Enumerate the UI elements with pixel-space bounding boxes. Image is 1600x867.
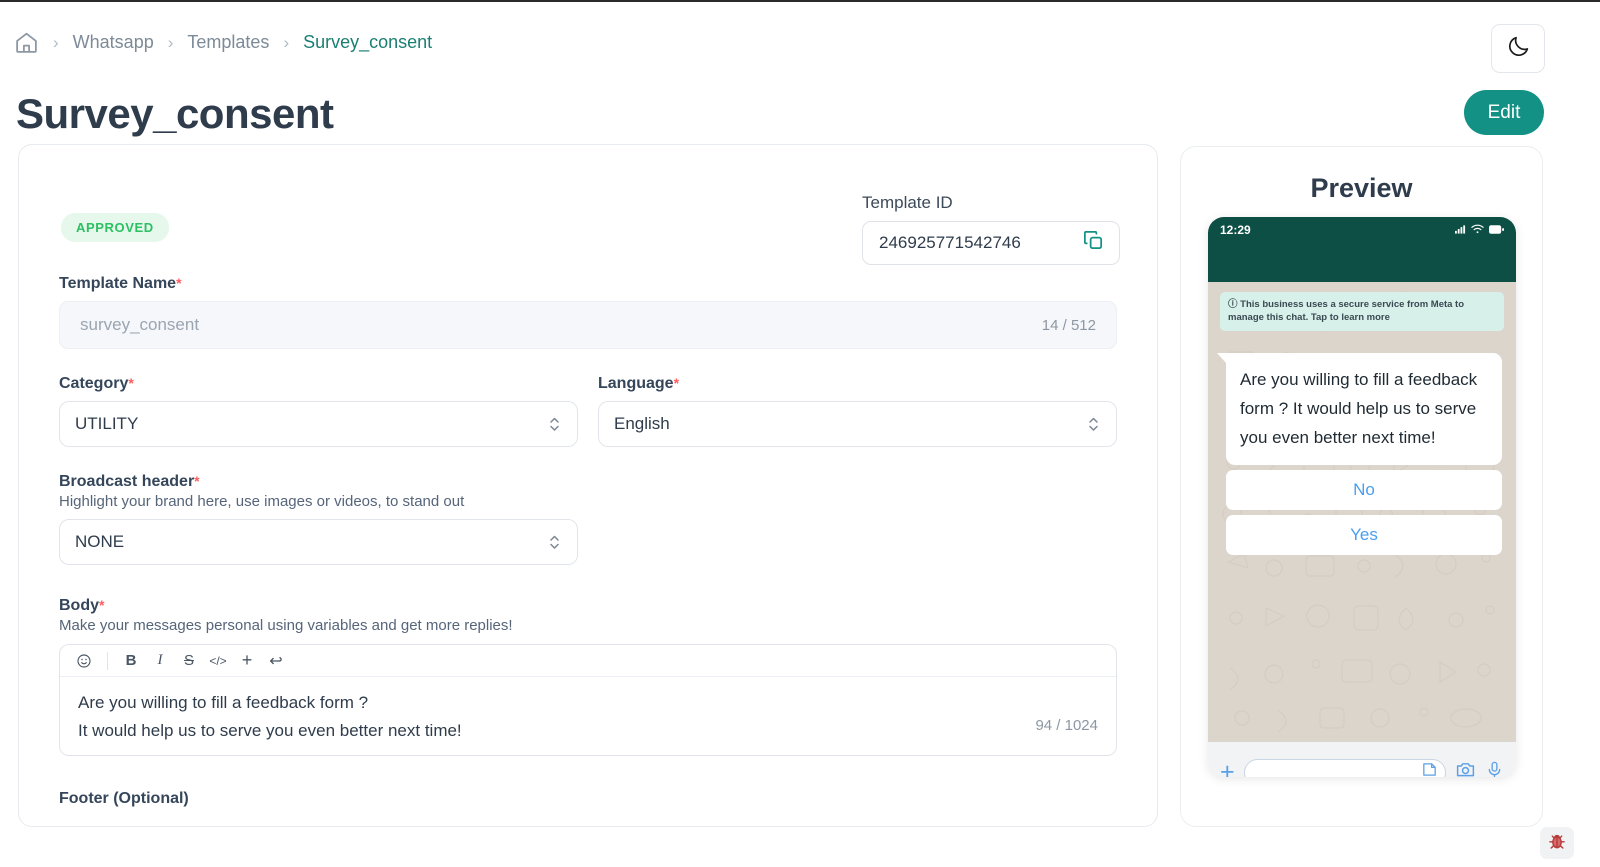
breadcrumb-item-templates[interactable]: Templates: [187, 32, 269, 53]
message-bubble: Are you willing to fill a feedback form …: [1217, 353, 1502, 465]
phone-preview: 12:29 ⓘ This business uses a secure serv…: [1208, 217, 1516, 777]
category-value: UTILITY: [75, 414, 139, 433]
breadcrumb-separator: ›: [53, 33, 59, 52]
category-select[interactable]: UTILITY: [59, 401, 578, 447]
broadcast-header-select[interactable]: NONE: [59, 519, 578, 565]
body-label: Body*: [59, 597, 105, 614]
signal-icon: [1455, 221, 1466, 239]
template-form-card: APPROVED Template ID 246925771542746 Tem…: [18, 144, 1158, 827]
template-id-value: 246925771542746: [879, 233, 1021, 252]
required-marker: *: [673, 375, 680, 391]
phone-chat-header: [1208, 242, 1516, 282]
body-line-1: Are you willing to fill a feedback form …: [78, 693, 369, 712]
preview-title: Preview: [1310, 173, 1413, 203]
category-label: Category*: [59, 375, 134, 392]
bold-icon[interactable]: B: [121, 651, 141, 671]
undo-icon[interactable]: ↩: [266, 651, 286, 671]
template-name-counter: 14 / 512: [1041, 316, 1096, 334]
message-input[interactable]: [1243, 758, 1446, 777]
template-id-field[interactable]: 246925771542746: [862, 221, 1120, 265]
bug-icon: [1547, 831, 1567, 856]
chevron-updown-icon: [548, 414, 561, 434]
message-bubble-group: Are you willing to fill a feedback form …: [1217, 353, 1502, 555]
chevron-updown-icon: [548, 532, 561, 552]
breadcrumb: › Whatsapp › Templates › Survey_consent: [14, 30, 432, 55]
body-editor-toolbar: B I S </> + ↩: [60, 645, 1116, 677]
category-group: Category* UTILITY: [59, 375, 578, 447]
preview-card: Preview 12:29 ⓘ This business uses a sec…: [1180, 146, 1543, 827]
required-marker: *: [128, 375, 134, 391]
breadcrumb-item-whatsapp[interactable]: Whatsapp: [73, 32, 154, 53]
emoji-icon[interactable]: [74, 651, 94, 671]
quick-reply-button-no[interactable]: No: [1226, 470, 1502, 510]
language-value: English: [614, 414, 670, 433]
copy-icon[interactable]: [1082, 229, 1105, 257]
body-counter: 94 / 1024: [1035, 717, 1098, 734]
code-icon[interactable]: </>: [208, 651, 228, 671]
breadcrumb-separator: ›: [283, 33, 290, 52]
body-group: Body* Make your messages personal using …: [59, 597, 1117, 756]
edit-button[interactable]: Edit: [1464, 90, 1544, 135]
info-icon: ⓘ: [1228, 299, 1238, 310]
template-name-group: Template Name* survey_consent 14 / 512: [59, 275, 1117, 349]
phone-time: 12:29: [1220, 222, 1251, 237]
sticker-icon[interactable]: [1421, 761, 1438, 777]
template-name-label: Template Name*: [59, 275, 182, 292]
chevron-updown-icon: [1087, 414, 1100, 434]
template-id-group: Template ID 246925771542746: [862, 193, 1120, 265]
breadcrumb-item-survey-consent[interactable]: Survey_consent: [303, 32, 432, 53]
phone-status-bar: 12:29: [1208, 217, 1516, 242]
moon-icon: [1506, 34, 1531, 64]
quick-reply-button-yes[interactable]: Yes: [1226, 515, 1502, 555]
add-variable-icon[interactable]: +: [237, 650, 257, 671]
broadcast-header-value: NONE: [75, 532, 125, 551]
broadcast-header-hint: Highlight your brand here, use images or…: [59, 493, 465, 510]
status-badge: APPROVED: [61, 213, 169, 242]
body-editor: B I S </> + ↩ Are you willing to fill a …: [59, 644, 1117, 756]
secure-service-notice[interactable]: ⓘ This business uses a secure service fr…: [1220, 292, 1504, 331]
required-marker: *: [99, 597, 105, 613]
template-name-input[interactable]: survey_consent 14 / 512: [59, 301, 1117, 349]
wifi-icon: [1471, 221, 1484, 239]
microphone-icon[interactable]: [1485, 760, 1504, 777]
footer-label: Footer (Optional): [59, 790, 189, 807]
language-select[interactable]: English: [598, 401, 1117, 447]
battery-icon: [1489, 221, 1504, 239]
category-language-row: Category* UTILITY Language* English: [59, 375, 1117, 447]
strikethrough-icon[interactable]: S: [179, 651, 199, 671]
body-editor-content[interactable]: Are you willing to fill a feedback form …: [60, 677, 1116, 755]
breadcrumb-separator: ›: [167, 33, 174, 52]
template-name-placeholder: survey_consent: [80, 315, 200, 334]
body-line-2: It would help us to serve you even bette…: [78, 721, 462, 740]
phone-input-bar: +: [1208, 742, 1516, 777]
message-text: Are you willing to fill a feedback form …: [1240, 370, 1478, 447]
required-marker: *: [194, 473, 200, 489]
template-id-label: Template ID: [862, 193, 953, 212]
toolbar-divider: [107, 651, 108, 670]
phone-status-icons: [1455, 221, 1504, 239]
camera-icon[interactable]: [1455, 759, 1476, 777]
secure-notice-text: This business uses a secure service from…: [1228, 299, 1465, 323]
language-label: Language*: [598, 375, 680, 392]
broadcast-header-label: Broadcast header*: [59, 473, 200, 490]
body-hint: Make your messages personal using variab…: [59, 617, 513, 634]
required-marker: *: [176, 275, 182, 291]
broadcast-header-group: Broadcast header* Highlight your brand h…: [59, 473, 578, 565]
italic-icon[interactable]: I: [150, 651, 170, 671]
page-title: Survey_consent: [16, 90, 334, 137]
theme-toggle-button[interactable]: [1491, 24, 1545, 73]
home-icon[interactable]: [14, 30, 39, 55]
phone-chat-area: ⓘ This business uses a secure service fr…: [1208, 282, 1516, 742]
language-group: Language* English: [598, 375, 1117, 447]
bug-report-button[interactable]: [1540, 827, 1574, 859]
app-root: › Whatsapp › Templates › Survey_consent …: [0, 0, 1600, 867]
plus-icon[interactable]: +: [1220, 759, 1235, 777]
